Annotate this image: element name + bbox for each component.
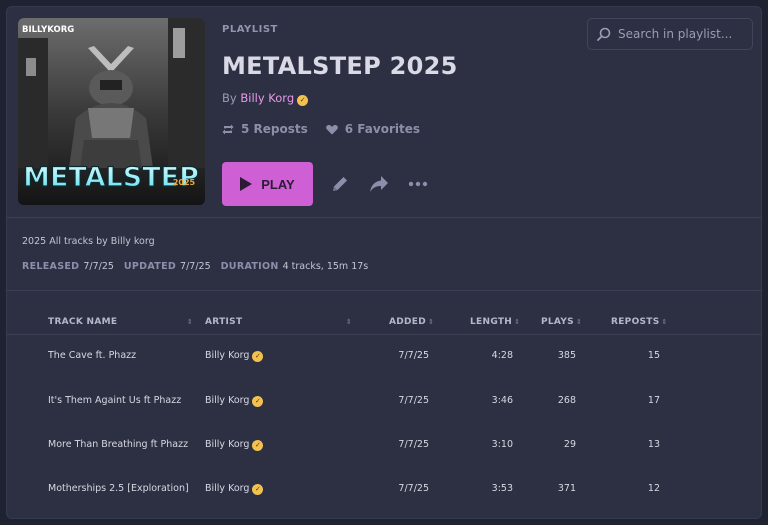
share-icon bbox=[370, 176, 388, 192]
cover-year-text: 2025 bbox=[173, 178, 196, 187]
playlist-meta: RELEASED 7/7/25 UPDATED 7/7/25 DURATION 4 t… bbox=[22, 261, 368, 272]
column-length-label: LENGTH bbox=[470, 317, 513, 327]
share-button[interactable] bbox=[367, 172, 391, 196]
playlist-search[interactable] bbox=[587, 18, 753, 50]
track-artist: Billy Korg ✓ bbox=[205, 395, 264, 407]
track-artist: Billy Korg ✓ bbox=[205, 439, 264, 451]
favorites-stat[interactable]: 6 Favorites bbox=[325, 122, 420, 136]
track-artist-link[interactable]: Billy Korg bbox=[205, 483, 249, 494]
track-plays: 371 bbox=[557, 483, 576, 494]
column-artist-label: ARTIST bbox=[205, 317, 243, 327]
favorites-count: 6 Favorites bbox=[344, 122, 420, 136]
column-track-name-label: TRACK NAME bbox=[48, 317, 118, 327]
verified-badge-icon: ✓ bbox=[252, 396, 264, 407]
column-plays-label: PLAYS bbox=[541, 317, 574, 327]
verified-badge-icon: ✓ bbox=[252, 440, 264, 451]
duration-value: 4 tracks, 15m 17s bbox=[282, 261, 369, 272]
artist-link[interactable]: Billy Korg bbox=[240, 91, 294, 105]
track-reposts: 17 bbox=[647, 395, 660, 406]
updated-label: UPDATED bbox=[123, 261, 177, 272]
heart-icon bbox=[325, 124, 338, 134]
track-reposts: 13 bbox=[647, 439, 660, 450]
column-plays[interactable]: PLAYS ⇕ bbox=[541, 317, 582, 327]
track-artist: Billy Korg ✓ bbox=[205, 483, 264, 495]
track-added: 7/7/25 bbox=[398, 395, 429, 406]
table-row[interactable]: It's Them Againt Us ft Phazz Billy Korg ✓… bbox=[7, 380, 761, 424]
more-options-button[interactable] bbox=[406, 172, 430, 196]
released-value: 7/7/25 bbox=[83, 261, 114, 272]
column-artist[interactable]: ARTIST ⇕ bbox=[205, 317, 352, 327]
details-divider bbox=[7, 290, 761, 291]
track-added: 7/7/25 bbox=[398, 483, 429, 494]
column-track-name[interactable]: TRACK NAME ⇕ bbox=[48, 317, 193, 327]
track-length: 3:10 bbox=[491, 439, 513, 450]
track-artist-link[interactable]: Billy Korg bbox=[205, 439, 249, 450]
track-plays: 268 bbox=[557, 395, 576, 406]
track-reposts: 12 bbox=[647, 483, 660, 494]
playlist-title: METALSTEP 2025 bbox=[222, 52, 458, 80]
playlist-description: 2025 All tracks by Billy korg bbox=[22, 236, 155, 247]
play-icon bbox=[240, 177, 253, 191]
search-input[interactable] bbox=[618, 27, 743, 41]
sort-icon: ⇕ bbox=[428, 317, 435, 326]
column-added[interactable]: ADDED ⇕ bbox=[389, 317, 434, 327]
track-artist-link[interactable]: Billy Korg bbox=[205, 395, 249, 406]
sort-icon: ⇕ bbox=[514, 317, 521, 326]
header-divider bbox=[7, 217, 761, 218]
table-row[interactable]: More Than Breathing ft Phazz Billy Korg ✓… bbox=[7, 424, 761, 468]
track-name[interactable]: Motherships 2.5 [Exploration] bbox=[48, 483, 189, 494]
track-length: 3:46 bbox=[491, 395, 513, 406]
track-length: 3:53 bbox=[491, 483, 513, 494]
pencil-icon bbox=[333, 177, 347, 191]
repost-icon bbox=[222, 124, 234, 134]
sort-icon: ⇕ bbox=[575, 317, 583, 326]
track-artist: Billy Korg ✓ bbox=[205, 350, 264, 362]
reposts-count: 5 Reposts bbox=[241, 122, 308, 136]
cover-brand-text: BILLYKORG bbox=[22, 25, 74, 35]
track-artist-link[interactable]: Billy Korg bbox=[205, 350, 249, 361]
column-reposts-label: REPOSTS bbox=[611, 317, 660, 327]
column-added-label: ADDED bbox=[389, 317, 427, 327]
tracks-table-header: TRACK NAME ⇕ ARTIST ⇕ ADDED ⇕ LENGTH ⇕ PLAYS… bbox=[7, 311, 761, 335]
verified-badge-icon: ✓ bbox=[252, 351, 264, 362]
sort-icon: ⇕ bbox=[186, 317, 193, 326]
track-plays: 385 bbox=[557, 350, 576, 361]
duration-label: DURATION bbox=[220, 261, 279, 272]
track-name[interactable]: The Cave ft. Phazz bbox=[48, 350, 136, 361]
track-plays: 29 bbox=[563, 439, 576, 450]
sort-icon: ⇕ bbox=[345, 317, 352, 326]
play-button[interactable]: PLAY bbox=[222, 162, 313, 206]
column-length[interactable]: LENGTH ⇕ bbox=[470, 317, 520, 327]
edit-button[interactable] bbox=[328, 172, 352, 196]
released-label: RELEASED bbox=[22, 261, 80, 272]
reposts-stat[interactable]: 5 Reposts bbox=[222, 122, 308, 136]
playlist-card: BILLYKORG METALSTEP 2025 PLAYLIST METALS… bbox=[6, 6, 762, 519]
playlist-stats: 5 Reposts 6 Favorites bbox=[222, 122, 420, 136]
more-icon bbox=[408, 181, 428, 187]
column-reposts[interactable]: REPOSTS ⇕ bbox=[611, 317, 668, 327]
search-icon bbox=[597, 27, 611, 41]
track-reposts: 15 bbox=[647, 350, 660, 361]
track-length: 4:28 bbox=[491, 350, 513, 361]
track-added: 7/7/25 bbox=[398, 439, 429, 450]
updated-value: 7/7/25 bbox=[180, 261, 211, 272]
byline: By Billy Korg ✓ bbox=[222, 91, 309, 106]
collection-type-label: PLAYLIST bbox=[222, 24, 278, 35]
table-row[interactable]: The Cave ft. Phazz Billy Korg ✓ 7/7/25 4:… bbox=[7, 335, 761, 379]
track-name[interactable]: It's Them Againt Us ft Phazz bbox=[48, 395, 181, 406]
track-added: 7/7/25 bbox=[398, 350, 429, 361]
play-button-label: PLAY bbox=[261, 176, 295, 192]
verified-badge-icon: ✓ bbox=[252, 484, 264, 495]
table-row[interactable]: Motherships 2.5 [Exploration] Billy Korg… bbox=[7, 468, 761, 512]
playlist-cover-art[interactable]: BILLYKORG METALSTEP 2025 bbox=[18, 18, 205, 205]
track-name[interactable]: More Than Breathing ft Phazz bbox=[48, 439, 188, 450]
byline-prefix: By bbox=[222, 91, 237, 105]
sort-icon: ⇕ bbox=[661, 317, 668, 326]
verified-badge-icon: ✓ bbox=[297, 95, 309, 106]
